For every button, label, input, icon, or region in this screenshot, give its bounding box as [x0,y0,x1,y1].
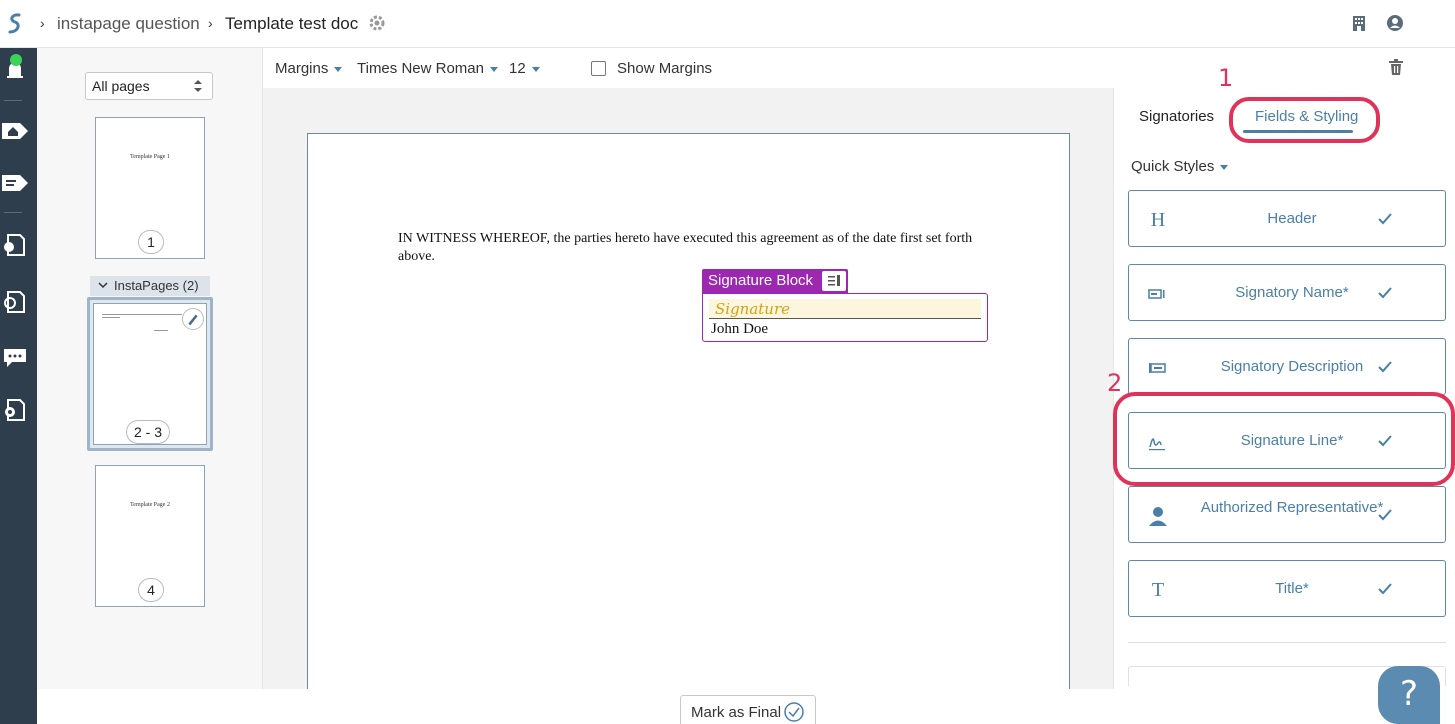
document-body-text[interactable]: IN WITNESS WHEREOF, the parties hereto h… [398,230,988,266]
document-canvas: IN WITNESS WHEREOF, the parties hereto h… [263,88,1113,703]
thumbnail-text: Template Page 1 [130,154,170,160]
quick-styles-dropdown[interactable]: Quick Styles [1131,158,1229,175]
person-icon [1149,507,1167,526]
instapages-group-header[interactable]: InstaPages (2) [90,276,210,296]
page-number-badge: 1 [138,230,164,254]
thumbnail-text-line [154,330,168,331]
show-margins-label[interactable]: Show Margins [617,60,712,77]
title-icon: T [1151,579,1165,601]
help-button[interactable]: ? [1378,666,1440,724]
chat-icon[interactable] [2,346,28,370]
block-options-icon[interactable] [822,271,846,291]
annotation-ring-2 [1113,392,1455,486]
instapages-group-label: InstaPages (2) [114,278,199,293]
page-thumbnail-group[interactable]: 2 - 3 [87,297,213,451]
document-settings-icon[interactable] [2,398,28,422]
top-bar: › instapage question › Template test doc [0,0,1455,48]
page-thumbnail-panel: All pages Template Page 1 1 InstaPages (… [37,48,263,689]
description-field-icon [1149,363,1166,373]
signature-block[interactable]: Signature John Doe [702,293,988,342]
signature-block-tab[interactable]: Signature Block [702,269,848,293]
check-icon[interactable] [1377,359,1393,375]
check-icon[interactable] [1377,581,1393,597]
signature-block-label: Signature Block [708,272,814,289]
quick-styles-label: Quick Styles [1131,158,1215,175]
style-card-title[interactable]: T Title* [1128,560,1446,617]
app-logo-icon[interactable] [6,12,24,36]
check-circle-icon [784,702,804,722]
font-family-label: Times New Roman [357,60,484,77]
show-margins-checkbox[interactable] [591,61,606,76]
margins-label: Margins [275,60,329,77]
font-size-label: 12 [509,60,526,77]
user-account-icon[interactable] [1386,14,1404,32]
check-icon[interactable] [1377,507,1393,523]
left-nav [0,48,37,724]
select-arrows-icon [194,80,202,92]
contacts-tag-icon[interactable] [2,171,28,195]
style-label: Authorized Representative* [1200,499,1384,516]
tab-signatories[interactable]: Signatories [1139,108,1214,125]
mark-as-final-label: Mark as Final [691,704,782,721]
caret-down-icon [334,66,343,72]
style-card-signatory-description[interactable]: Signatory Description [1128,338,1446,395]
style-card-authorized-representative[interactable]: Authorized Representative* [1128,486,1446,543]
signature-field[interactable]: Signature [709,299,981,319]
breadcrumb-parent[interactable]: instapage question [57,14,200,34]
thumbnail-text-line [102,314,182,315]
check-icon[interactable] [1377,211,1393,227]
home-icon[interactable] [2,119,28,143]
style-label: Signatory Name* [1235,284,1349,301]
breadcrumb-chevron-icon: › [40,15,45,31]
mark-as-final-button[interactable]: Mark as Final [680,695,816,724]
breadcrumb-chevron-icon: › [208,15,213,31]
document-title: Template test doc [225,14,359,33]
style-label: Signatory Description [1220,358,1364,375]
page-thumbnail-4[interactable]: Template Page 2 4 [95,465,205,607]
page-thumbnail-1[interactable]: Template Page 1 1 [95,117,205,259]
style-label: Title* [1275,580,1309,597]
annotation-number-1: 1 [1218,64,1234,92]
gear-icon[interactable] [368,14,386,32]
notification-dot [10,54,22,66]
document-sync-icon[interactable] [2,290,28,314]
thumbnail-text-line [102,317,120,318]
style-label: Header [1267,210,1317,227]
page-range-badge: 2 - 3 [126,420,170,444]
trash-icon[interactable] [1387,58,1405,76]
thumbnail-text: Template Page 2 [130,502,170,508]
font-size-dropdown[interactable]: 12 [509,60,540,77]
font-family-dropdown[interactable]: Times New Roman [357,60,498,77]
pages-filter-select[interactable]: All pages [85,72,213,100]
pages-filter-value: All pages [92,78,150,94]
signature-pen-icon [182,308,204,330]
document-alert-icon[interactable] [2,233,28,257]
caret-down-icon [1220,164,1229,170]
format-toolbar: Margins Times New Roman 12 Show Margins [263,48,1113,88]
panel-divider [1128,642,1446,643]
annotation-number-2: 2 [1107,369,1123,397]
nav-divider [4,100,22,101]
bottom-bar: Mark as Final [37,689,1455,724]
header-icon: H [1150,209,1166,231]
chevron-down-icon [98,282,108,289]
building-icon[interactable] [1350,14,1368,32]
margins-dropdown[interactable]: Margins [275,60,343,77]
name-field-icon [1148,289,1165,299]
document-page[interactable]: IN WITNESS WHEREOF, the parties hereto h… [307,133,1070,703]
signer-name[interactable]: John Doe [711,321,768,338]
style-card-signatory-name[interactable]: Signatory Name* [1128,264,1446,321]
nav-divider [4,212,22,213]
page-number-badge: 4 [138,578,164,602]
check-icon[interactable] [1377,285,1393,301]
caret-down-icon [531,66,540,72]
caret-down-icon [489,66,498,72]
annotation-ring-1 [1229,97,1380,143]
style-card-header[interactable]: H Header [1128,190,1446,247]
